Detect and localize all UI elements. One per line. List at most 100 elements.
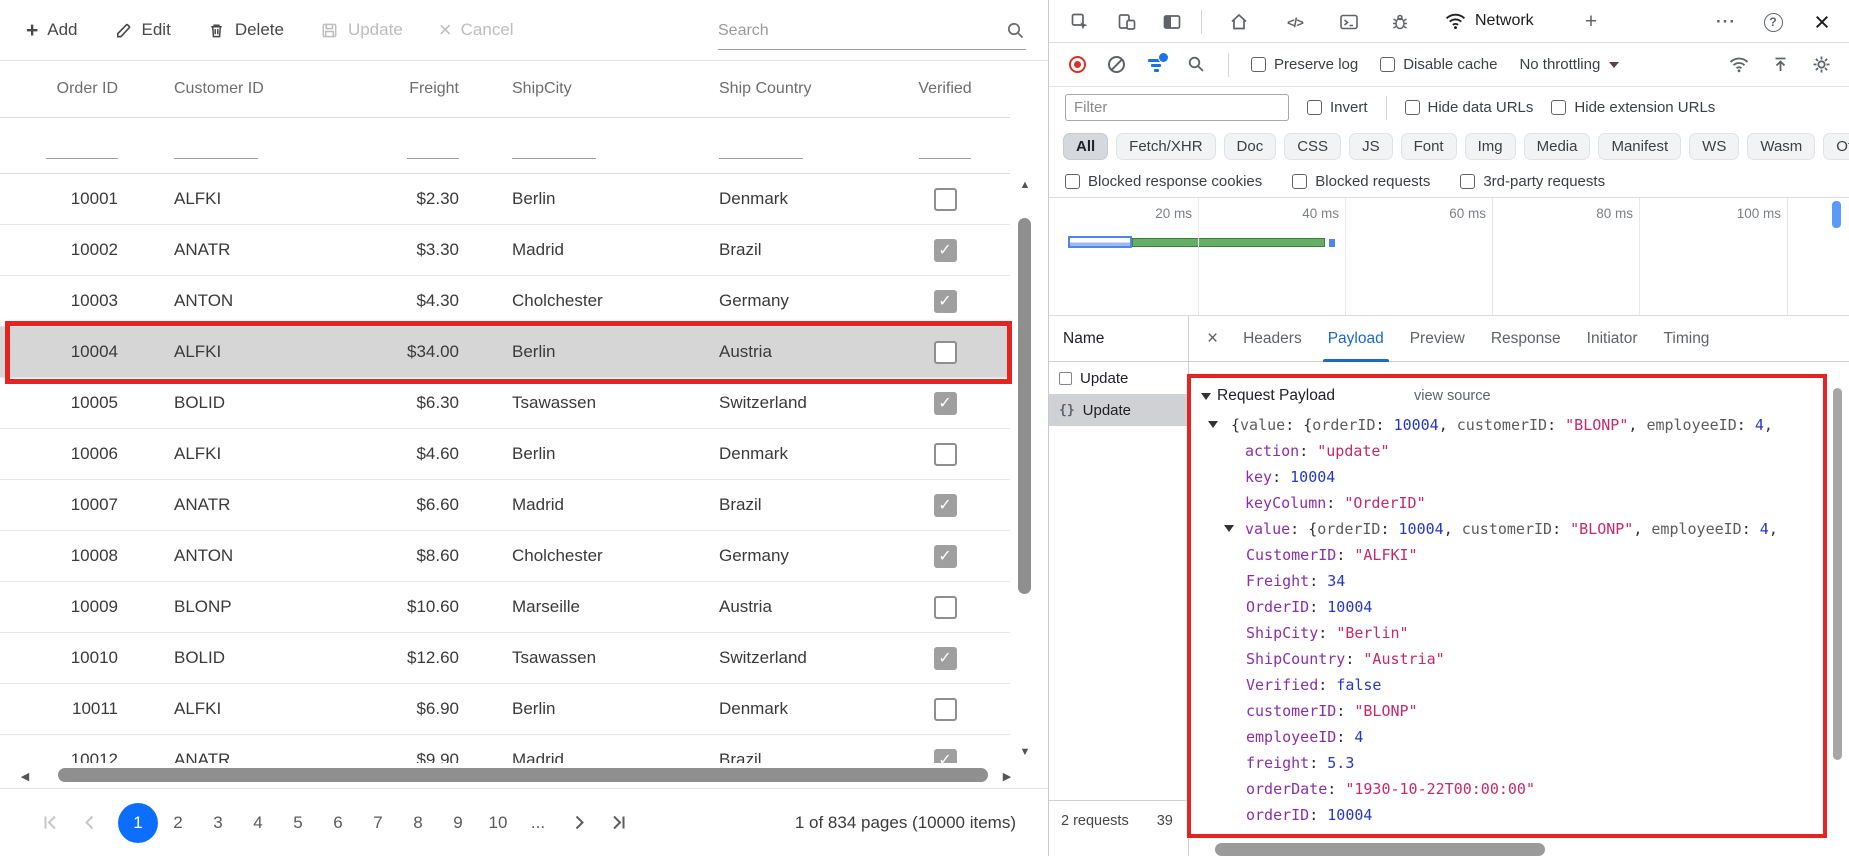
pager-page-1[interactable]: 1 <box>118 803 158 843</box>
name-column-header[interactable]: Name <box>1049 316 1188 362</box>
pager-page-8[interactable]: 8 <box>398 803 438 843</box>
pager-last-button[interactable] <box>598 803 638 843</box>
filter-input-ship-country[interactable] <box>719 133 803 159</box>
pager-first-button[interactable] <box>30 803 70 843</box>
request-row-update-1[interactable]: {}Update <box>1049 394 1188 426</box>
column-header-verified[interactable]: Verified <box>880 80 1010 98</box>
column-header-order-id[interactable]: Order ID <box>0 80 140 98</box>
filter-input-shipcity[interactable] <box>512 133 596 159</box>
chip-font[interactable]: Font <box>1401 133 1457 160</box>
elements-icon[interactable]: </> <box>1278 5 1312 39</box>
verified-checkbox[interactable] <box>934 443 957 466</box>
invert-checkbox[interactable]: Invert <box>1307 99 1368 116</box>
filter-input-customer-id[interactable] <box>174 133 258 159</box>
verified-checkbox[interactable] <box>934 341 957 364</box>
chip-js[interactable]: JS <box>1349 133 1393 160</box>
pager-page-10[interactable]: 10 <box>478 803 518 843</box>
checkbox-box[interactable] <box>1380 57 1395 72</box>
grid-row-10010[interactable]: 10010BOLID$12.60TsawassenSwitzerland✓ <box>0 633 1010 684</box>
scroll-left-icon[interactable]: ◀ <box>14 765 36 787</box>
filter-input-verified[interactable] <box>919 133 971 159</box>
verified-checkbox[interactable]: ✓ <box>934 647 957 670</box>
chip-doc[interactable]: Doc <box>1224 133 1277 160</box>
chip-manifest[interactable]: Manifest <box>1598 133 1681 160</box>
column-header-ship-country[interactable]: Ship Country <box>680 80 880 98</box>
pager-page-6[interactable]: 6 <box>318 803 358 843</box>
verified-checkbox[interactable]: ✓ <box>934 239 957 262</box>
grid-row-10001[interactable]: 10001ALFKI$2.30BerlinDen­mark <box>0 174 1010 225</box>
request-payload-section[interactable]: Request Payload view source <box>1191 384 1823 412</box>
expand-arrow-icon[interactable] <box>1208 421 1218 428</box>
grid-row-10005[interactable]: 10005BOLID$6.30TsawassenSwitzerland✓ <box>0 378 1010 429</box>
verified-checkbox[interactable]: ✓ <box>934 749 957 764</box>
preserve-log-checkbox[interactable]: Preserve log <box>1251 56 1358 73</box>
checkbox-blocked-response-cookies[interactable]: Blocked response cookies <box>1065 173 1262 190</box>
grid-row-10003[interactable]: 10003ANTON$4.30CholchesterGermany✓ <box>0 276 1010 327</box>
pager-page-5[interactable]: 5 <box>278 803 318 843</box>
detail-tab-timing[interactable]: Timing <box>1651 316 1723 361</box>
overview-scroll-thumb[interactable] <box>1832 201 1841 228</box>
vertical-scroll-thumb[interactable] <box>1018 218 1031 594</box>
checkbox-3rd-party-requests[interactable]: 3rd-party requests <box>1460 173 1605 190</box>
grid-row-10012[interactable]: 10012ANATR$9.90MadridBrazil✓ <box>0 735 1010 763</box>
pager-next-button[interactable] <box>558 803 598 843</box>
grid-vertical-scrollbar[interactable]: ▲ ▼ <box>1014 174 1036 763</box>
settings-gear-icon[interactable] <box>1812 55 1831 74</box>
grid-row-10006[interactable]: 10006ALFKI$4.60BerlinDenmark <box>0 429 1010 480</box>
column-header-customer-id[interactable]: Customer ID <box>140 80 345 98</box>
delete-button[interactable]: Delete <box>207 20 284 40</box>
detail-tab-headers[interactable]: Headers <box>1230 316 1315 361</box>
cancel-button[interactable]: × Cancel <box>439 19 514 41</box>
pager-page-4[interactable]: 4 <box>238 803 278 843</box>
details-horizontal-scroll-thumb[interactable] <box>1215 843 1545 856</box>
detail-tab-preview[interactable]: Preview <box>1397 316 1478 361</box>
checkbox-box[interactable] <box>1405 100 1420 115</box>
detail-tab-payload[interactable]: Payload <box>1315 316 1397 361</box>
search-input[interactable] <box>718 22 1006 40</box>
grid-row-10002[interactable]: 10002ANATR$3.30MadridBrazil✓ <box>0 225 1010 276</box>
pager-page-7[interactable]: 7 <box>358 803 398 843</box>
verified-checkbox[interactable]: ✓ <box>934 290 957 313</box>
expand-arrow-icon[interactable] <box>1224 525 1234 532</box>
checkbox-box[interactable] <box>1065 174 1080 189</box>
checkbox-box[interactable] <box>1460 174 1475 189</box>
close-details-icon[interactable]: × <box>1195 328 1230 350</box>
details-vertical-scroll-thumb[interactable] <box>1833 388 1842 760</box>
help-icon[interactable]: ? <box>1756 5 1790 39</box>
verified-checkbox[interactable] <box>934 596 957 619</box>
column-header-freight[interactable]: Freight <box>345 80 470 98</box>
chip-img[interactable]: Img <box>1465 133 1516 160</box>
checkbox-blocked-requests[interactable]: Blocked requests <box>1292 173 1430 190</box>
scroll-up-icon[interactable]: ▲ <box>1014 174 1036 196</box>
pager-ellipsis[interactable]: ... <box>518 803 558 843</box>
expand-arrow-icon[interactable] <box>1201 393 1211 400</box>
update-button[interactable]: Update <box>320 20 403 40</box>
grid-row-10004[interactable]: 10004ALFKI$34.00BerlinAustria <box>0 327 1010 378</box>
dock-panel-icon[interactable] <box>1155 5 1189 39</box>
add-button[interactable]: + Add <box>26 20 78 41</box>
verified-checkbox[interactable]: ✓ <box>934 545 957 568</box>
column-header-shipcity[interactable]: ShipCity <box>470 80 680 98</box>
payload-line-4[interactable]: value: {orderID: 10004, customerID: "BLO… <box>1191 516 1823 542</box>
edit-button[interactable]: Edit <box>114 20 171 40</box>
grid-horizontal-scrollbar[interactable]: ◀ ▶ <box>0 763 1048 788</box>
chip-ws[interactable]: WS <box>1689 133 1739 160</box>
issues-bug-icon[interactable] <box>1383 5 1417 39</box>
request-row-update-0[interactable]: Update <box>1049 362 1188 394</box>
add-tab-icon[interactable]: + <box>1574 5 1608 39</box>
chip-fetch-xhr[interactable]: Fetch/XHR <box>1116 133 1215 160</box>
chip-media[interactable]: Media <box>1524 133 1591 160</box>
verified-checkbox[interactable] <box>934 698 957 721</box>
detail-tab-response[interactable]: Response <box>1478 316 1574 361</box>
search-icon[interactable] <box>1006 21 1026 41</box>
record-icon[interactable] <box>1069 56 1086 73</box>
detail-tab-initiator[interactable]: Initiator <box>1574 316 1651 361</box>
pager-prev-button[interactable] <box>70 803 110 843</box>
tab-network[interactable]: Network <box>1431 0 1548 42</box>
view-source-link[interactable]: view source <box>1414 388 1491 404</box>
inspect-icon[interactable] <box>1063 5 1097 39</box>
search-icon[interactable] <box>1187 55 1206 74</box>
hide-data-urls-checkbox[interactable]: Hide data URLs <box>1405 99 1534 116</box>
more-options-icon[interactable]: ··· <box>1709 5 1743 39</box>
grid-row-10009[interactable]: 10009BLONP$10.60MarseilleAustria <box>0 582 1010 633</box>
